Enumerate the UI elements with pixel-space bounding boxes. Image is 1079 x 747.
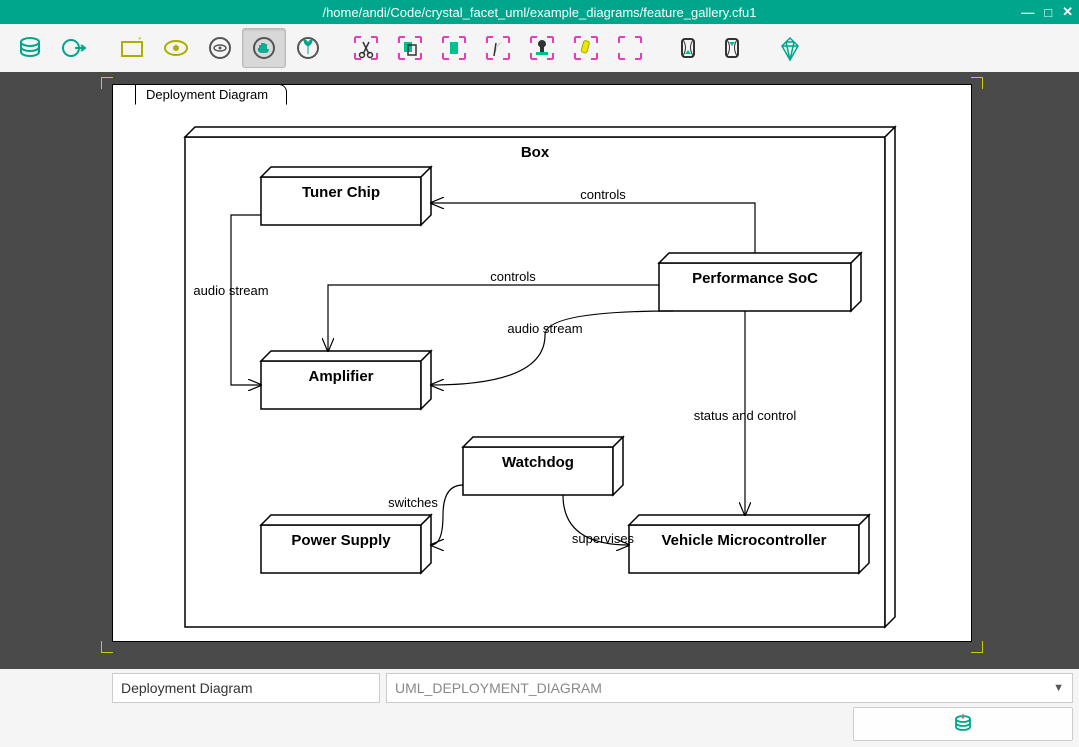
- highlight-button[interactable]: [564, 28, 608, 68]
- edge-label: audio stream: [507, 321, 582, 336]
- stamp-icon: [528, 34, 556, 62]
- node-watchdog[interactable]: Watchdog: [463, 437, 623, 495]
- new-window-icon: [118, 34, 146, 62]
- name-field[interactable]: Deployment Diagram: [112, 673, 380, 703]
- node-label: Vehicle Microcontroller: [661, 532, 826, 549]
- eye-icon: [206, 34, 234, 62]
- diagram-tab-label: Deployment Diagram: [135, 84, 287, 105]
- paste-icon: [440, 34, 468, 62]
- titlebar: /home/andi/Code/crystal_facet_uml/exampl…: [0, 0, 1079, 24]
- hourglass-right-icon: [718, 34, 746, 62]
- cut-icon: [352, 34, 380, 62]
- copy-icon: [396, 34, 424, 62]
- type-dropdown[interactable]: UML_DEPLOYMENT_DIAGRAM▼: [386, 673, 1073, 703]
- find-button[interactable]: [154, 28, 198, 68]
- redo-button[interactable]: [710, 28, 754, 68]
- scythe-icon: [484, 34, 512, 62]
- export-icon: [60, 34, 88, 62]
- sprout-icon: [294, 34, 322, 62]
- node-amplifier[interactable]: Amplifier: [261, 351, 431, 409]
- node-label: Amplifier: [308, 368, 373, 385]
- paste-button[interactable]: [432, 28, 476, 68]
- edge-label: audio stream: [193, 283, 268, 298]
- edge-label: status and control: [694, 408, 797, 423]
- cut-button[interactable]: [344, 28, 388, 68]
- copy-button[interactable]: [388, 28, 432, 68]
- edge-label: supervises: [572, 531, 635, 546]
- export-button[interactable]: [52, 28, 96, 68]
- window-title: /home/andi/Code/crystal_facet_uml/exampl…: [322, 5, 756, 20]
- edge-label: controls: [490, 269, 536, 284]
- node-power-supply[interactable]: Power Supply: [261, 515, 431, 573]
- database-button[interactable]: [8, 28, 52, 68]
- hand-icon: [250, 34, 278, 62]
- instantiate-button[interactable]: [520, 28, 564, 68]
- edit-button[interactable]: [242, 28, 286, 68]
- diagram-panel[interactable]: Deployment Diagram Box: [112, 84, 972, 642]
- canvas[interactable]: Deployment Diagram Box: [0, 72, 1079, 669]
- maximize-button[interactable]: □: [1044, 5, 1052, 20]
- about-button[interactable]: [768, 28, 812, 68]
- hourglass-left-icon: [674, 34, 702, 62]
- node-label: Tuner Chip: [302, 184, 380, 201]
- node-performance-soc[interactable]: Performance SoC: [659, 253, 861, 311]
- node-label: Performance SoC: [692, 270, 818, 287]
- node-label: Power Supply: [291, 532, 391, 549]
- commit-button[interactable]: [853, 707, 1073, 741]
- marker-icon: [572, 34, 600, 62]
- node-label: Watchdog: [502, 454, 574, 471]
- properties-bar: Deployment Diagram UML_DEPLOYMENT_DIAGRA…: [0, 669, 1079, 747]
- container-label: Box: [521, 144, 550, 161]
- toolbar: [0, 24, 1079, 72]
- crystal-icon: [776, 34, 804, 62]
- edge-label: controls: [580, 187, 626, 202]
- empty-selection-icon: [616, 34, 644, 62]
- database-save-icon: [951, 712, 975, 736]
- new-window-button[interactable]: [110, 28, 154, 68]
- node-vehicle-microcontroller[interactable]: Vehicle Microcontroller: [629, 515, 869, 573]
- view-button[interactable]: [198, 28, 242, 68]
- reset-selection-button[interactable]: [608, 28, 652, 68]
- create-button[interactable]: [286, 28, 330, 68]
- diagram-svg: Box Tuner Chip Performance SoC: [113, 85, 973, 641]
- minimize-button[interactable]: —: [1021, 5, 1034, 20]
- undo-button[interactable]: [666, 28, 710, 68]
- close-button[interactable]: ✕: [1062, 4, 1073, 20]
- folder-eye-icon: [162, 34, 190, 62]
- node-tuner-chip[interactable]: Tuner Chip: [261, 167, 431, 225]
- database-icon: [16, 34, 44, 62]
- edge-label: switches: [388, 495, 438, 510]
- delete-button[interactable]: [476, 28, 520, 68]
- chevron-down-icon: ▼: [1053, 682, 1064, 694]
